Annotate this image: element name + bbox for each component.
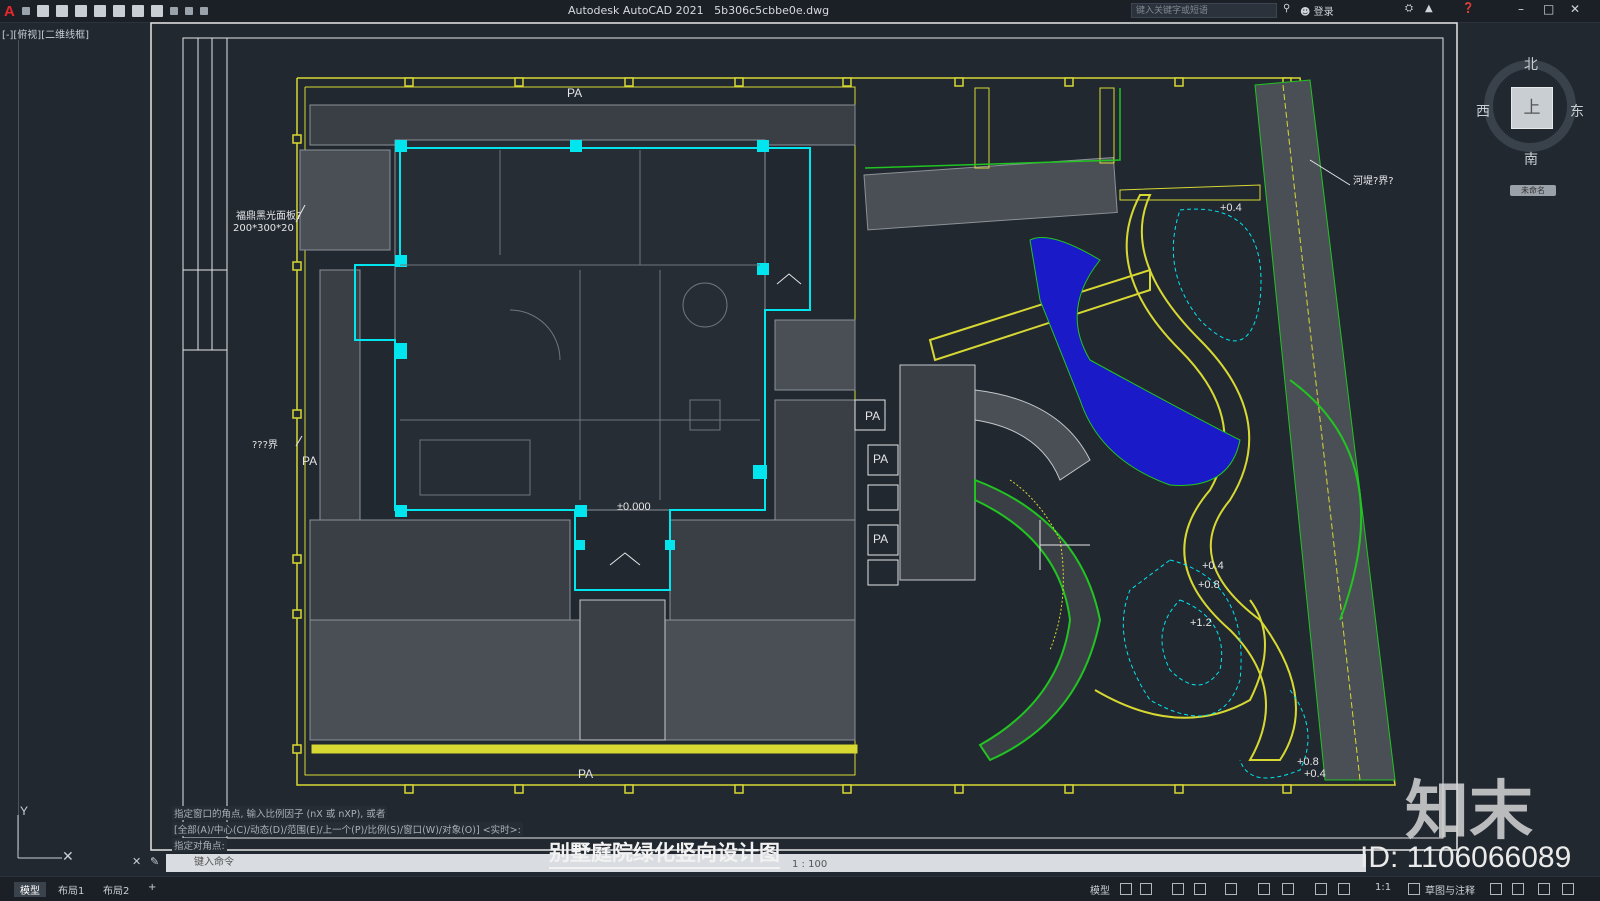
annotation-visibility-icon[interactable]	[1315, 883, 1327, 895]
elevation-label: +1.2	[1190, 617, 1212, 629]
drawing-caption: 别墅庭院绿化竖向设计图	[549, 837, 780, 869]
compass-south[interactable]: 南	[1524, 149, 1538, 169]
workspace-switch[interactable]: 草图与注释	[1425, 882, 1475, 897]
grid-icon[interactable]	[1120, 883, 1132, 895]
stone-paving	[299, 149, 391, 251]
command-history-line: [全部(A)/中心(C)/动态(D)/范围(E)/上一个(P)/比例(S)/窗口…	[172, 822, 523, 836]
yellow-hedge	[311, 744, 858, 754]
status-bar: 模型 布局1 布局2 + 模型 1:1 草图与注释	[0, 876, 1600, 901]
isodraft-icon[interactable]	[1225, 883, 1237, 895]
command-history-line: 指定窗口的角点, 输入比例因子 (nX 或 nXP), 或者	[172, 806, 388, 820]
annotation-scale[interactable]: 1:1	[1375, 882, 1391, 893]
elevation-label: ±0.000	[617, 501, 651, 513]
osnap-icon[interactable]	[1258, 883, 1270, 895]
close-command-icon[interactable]: ✕	[132, 855, 141, 868]
tab-layout1[interactable]: 布局1	[58, 882, 84, 897]
ucs-x-label: ✕	[62, 848, 74, 864]
annotation: 福鼎黑光面板?	[236, 209, 301, 222]
elevation-label: +0.4	[1220, 202, 1242, 214]
watermark-brand: 知末	[1405, 775, 1533, 849]
annotation: 河堤?界?	[1353, 175, 1394, 187]
annotation: ???界	[252, 439, 278, 451]
clean-screen-icon[interactable]	[1538, 883, 1550, 895]
ucs-icon	[17, 815, 62, 859]
tab-layout2[interactable]: 布局2	[103, 882, 129, 897]
snap-icon[interactable]	[1140, 883, 1152, 895]
elevation-label: +0.8	[1297, 756, 1319, 768]
customize-command-icon[interactable]: ✎	[150, 855, 159, 868]
plus-icon[interactable]	[1490, 883, 1502, 895]
entry-steps	[579, 599, 666, 741]
auto-scale-icon[interactable]	[1338, 883, 1350, 895]
gear-icon[interactable]	[1408, 883, 1420, 895]
add-layout-button[interactable]: +	[148, 882, 156, 893]
pa-label: PA	[873, 452, 888, 466]
drawing-canvas[interactable]: PA PA PA PA PA PA ±0.000 +0.4 +0.4 +0.8 …	[0, 0, 1600, 900]
tab-model[interactable]: 模型	[14, 882, 46, 897]
compass-west[interactable]: 西	[1476, 101, 1490, 121]
pa-label: PA	[302, 454, 317, 468]
elevation-label: +0.4	[1202, 560, 1224, 572]
watermark-id: ID: 1106066089	[1360, 841, 1572, 874]
command-history-line: 指定对角点:	[172, 838, 227, 852]
paving-top	[309, 104, 856, 146]
ucs-menu[interactable]: 未命名	[1510, 185, 1556, 196]
lawn-hatch	[899, 364, 976, 581]
arc-walkway	[974, 478, 1102, 762]
ortho-icon[interactable]	[1172, 883, 1184, 895]
model-space-button[interactable]: 模型	[1090, 882, 1110, 897]
compass-east[interactable]: 东	[1570, 101, 1584, 121]
ucs-y-label: Y	[20, 804, 28, 818]
stone-wall	[863, 157, 1118, 231]
viewcube[interactable]: 上 北 南 西 东	[1476, 52, 1584, 168]
compass-north[interactable]: 北	[1524, 54, 1538, 74]
annotation: 200*300*20	[233, 223, 294, 234]
title-block	[182, 37, 228, 351]
pa-label: PA	[578, 767, 593, 781]
isolate-objects-icon[interactable]	[1512, 883, 1524, 895]
otrack-icon[interactable]	[1282, 883, 1294, 895]
polar-icon[interactable]	[1194, 883, 1206, 895]
pa-label: PA	[873, 532, 888, 546]
pa-label: PA	[567, 86, 582, 100]
hamburger-menu-icon[interactable]	[1562, 883, 1574, 895]
scale-text: 1 : 100	[792, 859, 828, 870]
viewcube-top-face[interactable]: 上	[1511, 87, 1553, 129]
elevation-label: +0.4	[1304, 768, 1326, 780]
elevation-label: +0.8	[1198, 579, 1220, 591]
pa-label: PA	[865, 409, 880, 423]
